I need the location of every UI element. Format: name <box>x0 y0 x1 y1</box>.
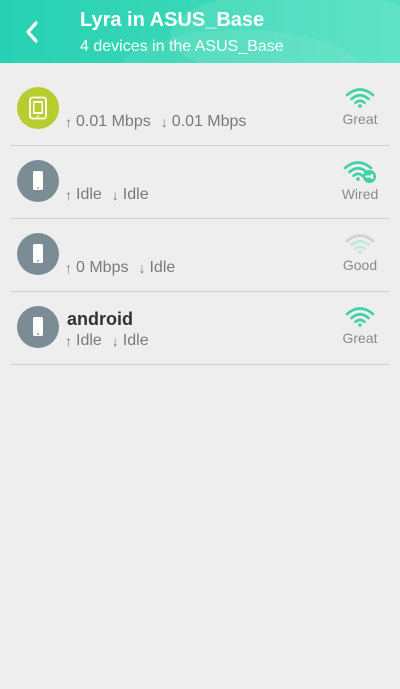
device-speeds: ↑ 0.01 Mbps ↓ 0.01 Mbps <box>65 113 246 131</box>
download-arrow-icon: ↓ <box>160 114 168 130</box>
page-subtitle: 4 devices in the ASUS_Base <box>80 38 284 55</box>
device-row[interactable]: ↑ 0.01 Mbps ↓ 0.01 Mbps Great <box>11 73 389 146</box>
upload-speed: 0.01 Mbps <box>76 113 151 130</box>
upload-arrow-icon: ↑ <box>65 260 72 276</box>
page-title: Lyra in ASUS_Base <box>80 9 265 31</box>
wifi-icon <box>345 307 375 327</box>
wifi-icon <box>345 234 375 254</box>
app-header: Lyra in ASUS_Base 4 devices in the ASUS_… <box>0 0 400 63</box>
signal-indicator: Good <box>337 233 383 273</box>
wifi-wired-icon <box>343 161 376 183</box>
upload-speed: Idle <box>76 332 102 349</box>
upload-arrow-icon: ↑ <box>65 114 72 130</box>
device-avatar <box>17 306 59 348</box>
signal-label: Great <box>342 111 378 127</box>
device-list: ↑ 0.01 Mbps ↓ 0.01 Mbps Great ↑ Idle ↓ I… <box>0 73 400 365</box>
device-avatar <box>17 87 59 129</box>
device-speeds: ↑ Idle ↓ Idle <box>65 186 149 204</box>
signal-indicator: Great <box>337 87 383 127</box>
device-name: android <box>67 309 133 329</box>
signal-indicator: Wired <box>337 160 383 202</box>
phone-icon <box>33 171 43 190</box>
device-avatar <box>17 233 59 275</box>
download-arrow-icon: ↓ <box>138 260 146 276</box>
upload-arrow-icon: ↑ <box>65 333 72 349</box>
device-row[interactable]: ↑ 0 Mbps ↓ Idle Good <box>11 219 389 292</box>
upload-arrow-icon: ↑ <box>65 187 72 203</box>
signal-label: Wired <box>341 186 379 202</box>
download-speed: Idle <box>122 186 149 203</box>
download-speed: Idle <box>149 259 176 276</box>
signal-label: Good <box>342 257 378 273</box>
tablet-icon <box>29 96 47 120</box>
download-arrow-icon: ↓ <box>111 333 119 349</box>
signal-indicator: Great <box>337 306 383 346</box>
phone-icon <box>33 317 43 336</box>
wifi-icon <box>345 88 375 108</box>
download-arrow-icon: ↓ <box>111 187 119 203</box>
upload-speed: 0 Mbps <box>76 259 129 276</box>
download-speed: Idle <box>122 332 149 349</box>
device-speeds: ↑ Idle ↓ Idle <box>65 332 149 350</box>
upload-speed: Idle <box>76 186 102 203</box>
back-button[interactable] <box>18 16 46 48</box>
device-row[interactable]: android ↑ Idle ↓ Idle Great <box>11 292 389 365</box>
signal-label: Great <box>342 330 378 346</box>
chevron-left-icon <box>26 21 38 43</box>
phone-icon <box>33 244 43 263</box>
device-row[interactable]: ↑ Idle ↓ Idle Wired <box>11 146 389 219</box>
download-speed: 0.01 Mbps <box>171 113 247 130</box>
device-speeds: ↑ 0 Mbps ↓ Idle <box>65 259 175 277</box>
device-avatar <box>17 160 59 202</box>
